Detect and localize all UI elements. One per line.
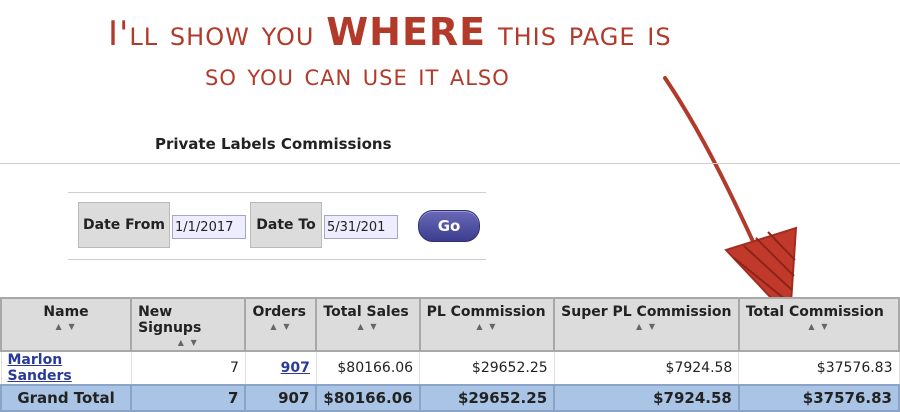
sort-icon[interactable]: ▲ ▼ bbox=[746, 322, 892, 331]
date-from-input[interactable] bbox=[172, 215, 246, 239]
cell-total-commission: $37576.83 bbox=[738, 350, 900, 386]
orders-link[interactable]: 907 bbox=[281, 360, 310, 376]
grand-total-total-commission: $37576.83 bbox=[737, 384, 900, 412]
cell-total-sales: $80166.06 bbox=[315, 350, 421, 386]
grand-total-row: Grand Total 7 907 $80166.06 $29652.25 $7… bbox=[0, 384, 900, 412]
column-header-super-pl-commission[interactable]: Super PL Commission ▲ ▼ bbox=[553, 297, 740, 352]
date-to-label: Date To bbox=[250, 202, 322, 248]
cell-super-pl-commission: $7924.58 bbox=[553, 350, 740, 386]
date-from-label: Date From bbox=[78, 202, 170, 248]
page-title: Private Labels Commissions bbox=[155, 135, 392, 153]
grand-total-new-signups: 7 bbox=[130, 384, 247, 412]
cell-name: Marlon Sanders bbox=[0, 350, 132, 386]
grand-total-label: Grand Total bbox=[0, 384, 133, 412]
sort-icon[interactable]: ▲ ▼ bbox=[427, 322, 548, 331]
affiliate-name-link[interactable]: Marlon Sanders bbox=[8, 352, 72, 384]
column-header-total-commission[interactable]: Total Commission ▲ ▼ bbox=[737, 297, 900, 352]
cell-pl-commission: $29652.25 bbox=[419, 350, 555, 386]
column-header-orders[interactable]: Orders ▲ ▼ bbox=[244, 297, 318, 352]
grand-total-super-pl-commission: $7924.58 bbox=[553, 384, 740, 412]
cell-orders: 907 bbox=[244, 350, 317, 386]
table-row: Marlon Sanders 7 907 $80166.06 $29652.25… bbox=[0, 350, 900, 386]
column-header-name[interactable]: Name ▲ ▼ bbox=[0, 297, 133, 352]
commissions-table: Name ▲ ▼ New Signups ▲ ▼ Orders ▲ ▼ Total S… bbox=[0, 297, 900, 412]
table-header-row: Name ▲ ▼ New Signups ▲ ▼ Orders ▲ ▼ Total S… bbox=[0, 297, 900, 352]
column-header-new-signups[interactable]: New Signups ▲ ▼ bbox=[130, 297, 247, 352]
sort-icon[interactable]: ▲ ▼ bbox=[323, 322, 412, 331]
sort-icon[interactable]: ▲ ▼ bbox=[252, 322, 309, 331]
date-to-input[interactable] bbox=[324, 215, 398, 239]
grand-total-pl-commission: $29652.25 bbox=[418, 384, 556, 412]
sort-icon[interactable]: ▲ ▼ bbox=[8, 322, 124, 331]
grand-total-orders: 907 bbox=[244, 384, 318, 412]
column-header-total-sales[interactable]: Total Sales ▲ ▼ bbox=[315, 297, 421, 352]
grand-total-total-sales: $80166.06 bbox=[315, 384, 421, 412]
sort-icon[interactable]: ▲ ▼ bbox=[561, 322, 732, 331]
divider bbox=[0, 163, 900, 164]
cell-new-signups: 7 bbox=[130, 350, 246, 386]
column-header-pl-commission[interactable]: PL Commission ▲ ▼ bbox=[418, 297, 556, 352]
go-button[interactable]: Go bbox=[418, 210, 480, 242]
sort-icon[interactable]: ▲ ▼ bbox=[138, 338, 238, 347]
